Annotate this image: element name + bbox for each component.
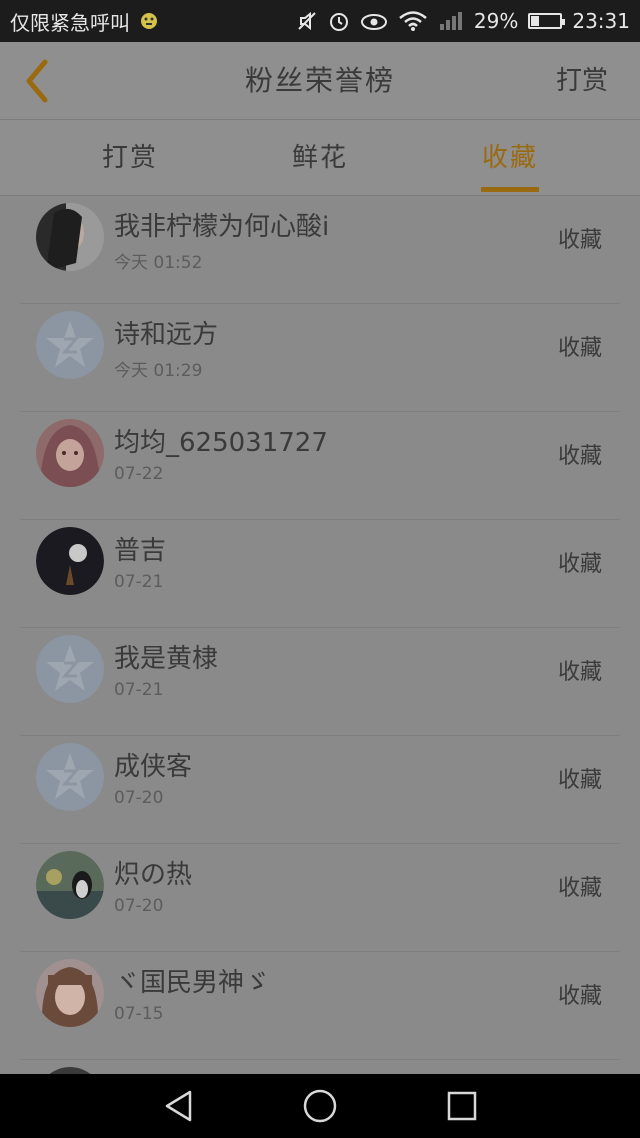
action-label: 收藏 <box>557 444 602 469</box>
page-title: 粉丝荣誉榜 <box>244 64 395 97</box>
avatar[interactable] <box>36 743 104 811</box>
action-label: 收藏 <box>557 660 602 685</box>
home-circle-icon[interactable] <box>300 1086 340 1126</box>
fan-list: 我非柠檬为何心酸i 今天 01:52 收藏 诗和远方 今天 01:29 收藏 均… <box>0 196 640 1074</box>
status-left: 仅限紧急呼叫 <box>10 7 158 36</box>
user-name: 均均_625031727 <box>114 428 328 458</box>
tab-reward[interactable]: 打赏 <box>60 120 200 196</box>
list-item[interactable]: 我是黄棣 07-21 收藏 <box>20 628 620 736</box>
battery-percent: 29% <box>473 9 519 33</box>
avatar[interactable] <box>36 527 104 595</box>
action-label: 收藏 <box>557 768 602 793</box>
user-name: 成侠客 <box>114 752 193 782</box>
tab-bar: 打赏 鲜花 收藏 <box>0 120 640 196</box>
list-item[interactable]: ヾ国民男神ゞ 07-15 收藏 <box>20 952 620 1060</box>
eye-icon <box>360 10 388 32</box>
carrier-text: 仅限紧急呼叫 <box>10 10 130 35</box>
list-item-partial[interactable] <box>20 1060 620 1074</box>
back-triangle-icon[interactable] <box>158 1086 198 1126</box>
avatar[interactable] <box>36 1067 104 1074</box>
action-label: 收藏 <box>557 552 602 577</box>
user-name: 诗和远方 <box>114 320 219 350</box>
user-name: 普吉 <box>114 536 167 566</box>
user-name: 我是黄棣 <box>114 644 219 674</box>
reward-button[interactable]: 打赏 <box>556 42 608 120</box>
recent-square-icon[interactable] <box>442 1086 482 1126</box>
avatar[interactable] <box>36 635 104 703</box>
wifi-icon <box>398 10 428 32</box>
timestamp: 07-20 <box>114 788 164 808</box>
action-label: 收藏 <box>557 876 602 901</box>
timestamp: 07-20 <box>114 896 164 916</box>
tab-favorites[interactable]: 收藏 <box>440 120 580 196</box>
alarm-icon <box>328 10 350 32</box>
action-label: 收藏 <box>557 984 602 1009</box>
face-icon <box>140 12 158 30</box>
user-name: 我非柠檬为何心酸i <box>114 212 330 242</box>
user-name: ヾ国民男神ゞ <box>114 968 271 998</box>
clock: 23:31 <box>572 9 630 33</box>
list-item[interactable]: 炽の热 07-20 收藏 <box>20 844 620 952</box>
timestamp: 今天 01:29 <box>114 361 203 381</box>
avatar[interactable] <box>36 851 104 919</box>
avatar[interactable] <box>36 959 104 1027</box>
list-item[interactable]: 成侠客 07-20 收藏 <box>20 736 620 844</box>
status-bar: 仅限紧急呼叫 29% 23:31 <box>0 0 640 42</box>
battery-fill <box>531 16 540 26</box>
timestamp: 07-22 <box>114 464 164 484</box>
list-item[interactable]: 普吉 07-21 收藏 <box>20 520 620 628</box>
nav-header: 粉丝荣誉榜 打赏 <box>0 42 640 120</box>
list-item[interactable]: 均均_625031727 07-22 收藏 <box>20 412 620 520</box>
signal-icon <box>438 10 464 32</box>
action-label: 收藏 <box>557 228 602 253</box>
status-right: 29% 23:31 <box>296 9 630 33</box>
tab-flowers[interactable]: 鲜花 <box>250 120 390 196</box>
timestamp: 今天 01:52 <box>114 253 203 273</box>
timestamp: 07-21 <box>114 680 164 700</box>
list-item[interactable]: 诗和远方 今天 01:29 收藏 <box>20 304 620 412</box>
battery-icon <box>528 13 566 29</box>
action-label: 收藏 <box>557 336 602 361</box>
mute-icon <box>296 10 318 32</box>
avatar[interactable] <box>36 203 104 271</box>
user-name: 炽の热 <box>114 860 193 890</box>
list-item[interactable]: 我非柠檬为何心酸i 今天 01:52 收藏 <box>20 196 620 304</box>
timestamp: 07-15 <box>114 1004 164 1024</box>
avatar[interactable] <box>36 311 104 379</box>
avatar[interactable] <box>36 419 104 487</box>
timestamp: 07-21 <box>114 572 164 592</box>
system-nav-bar <box>0 1074 640 1138</box>
